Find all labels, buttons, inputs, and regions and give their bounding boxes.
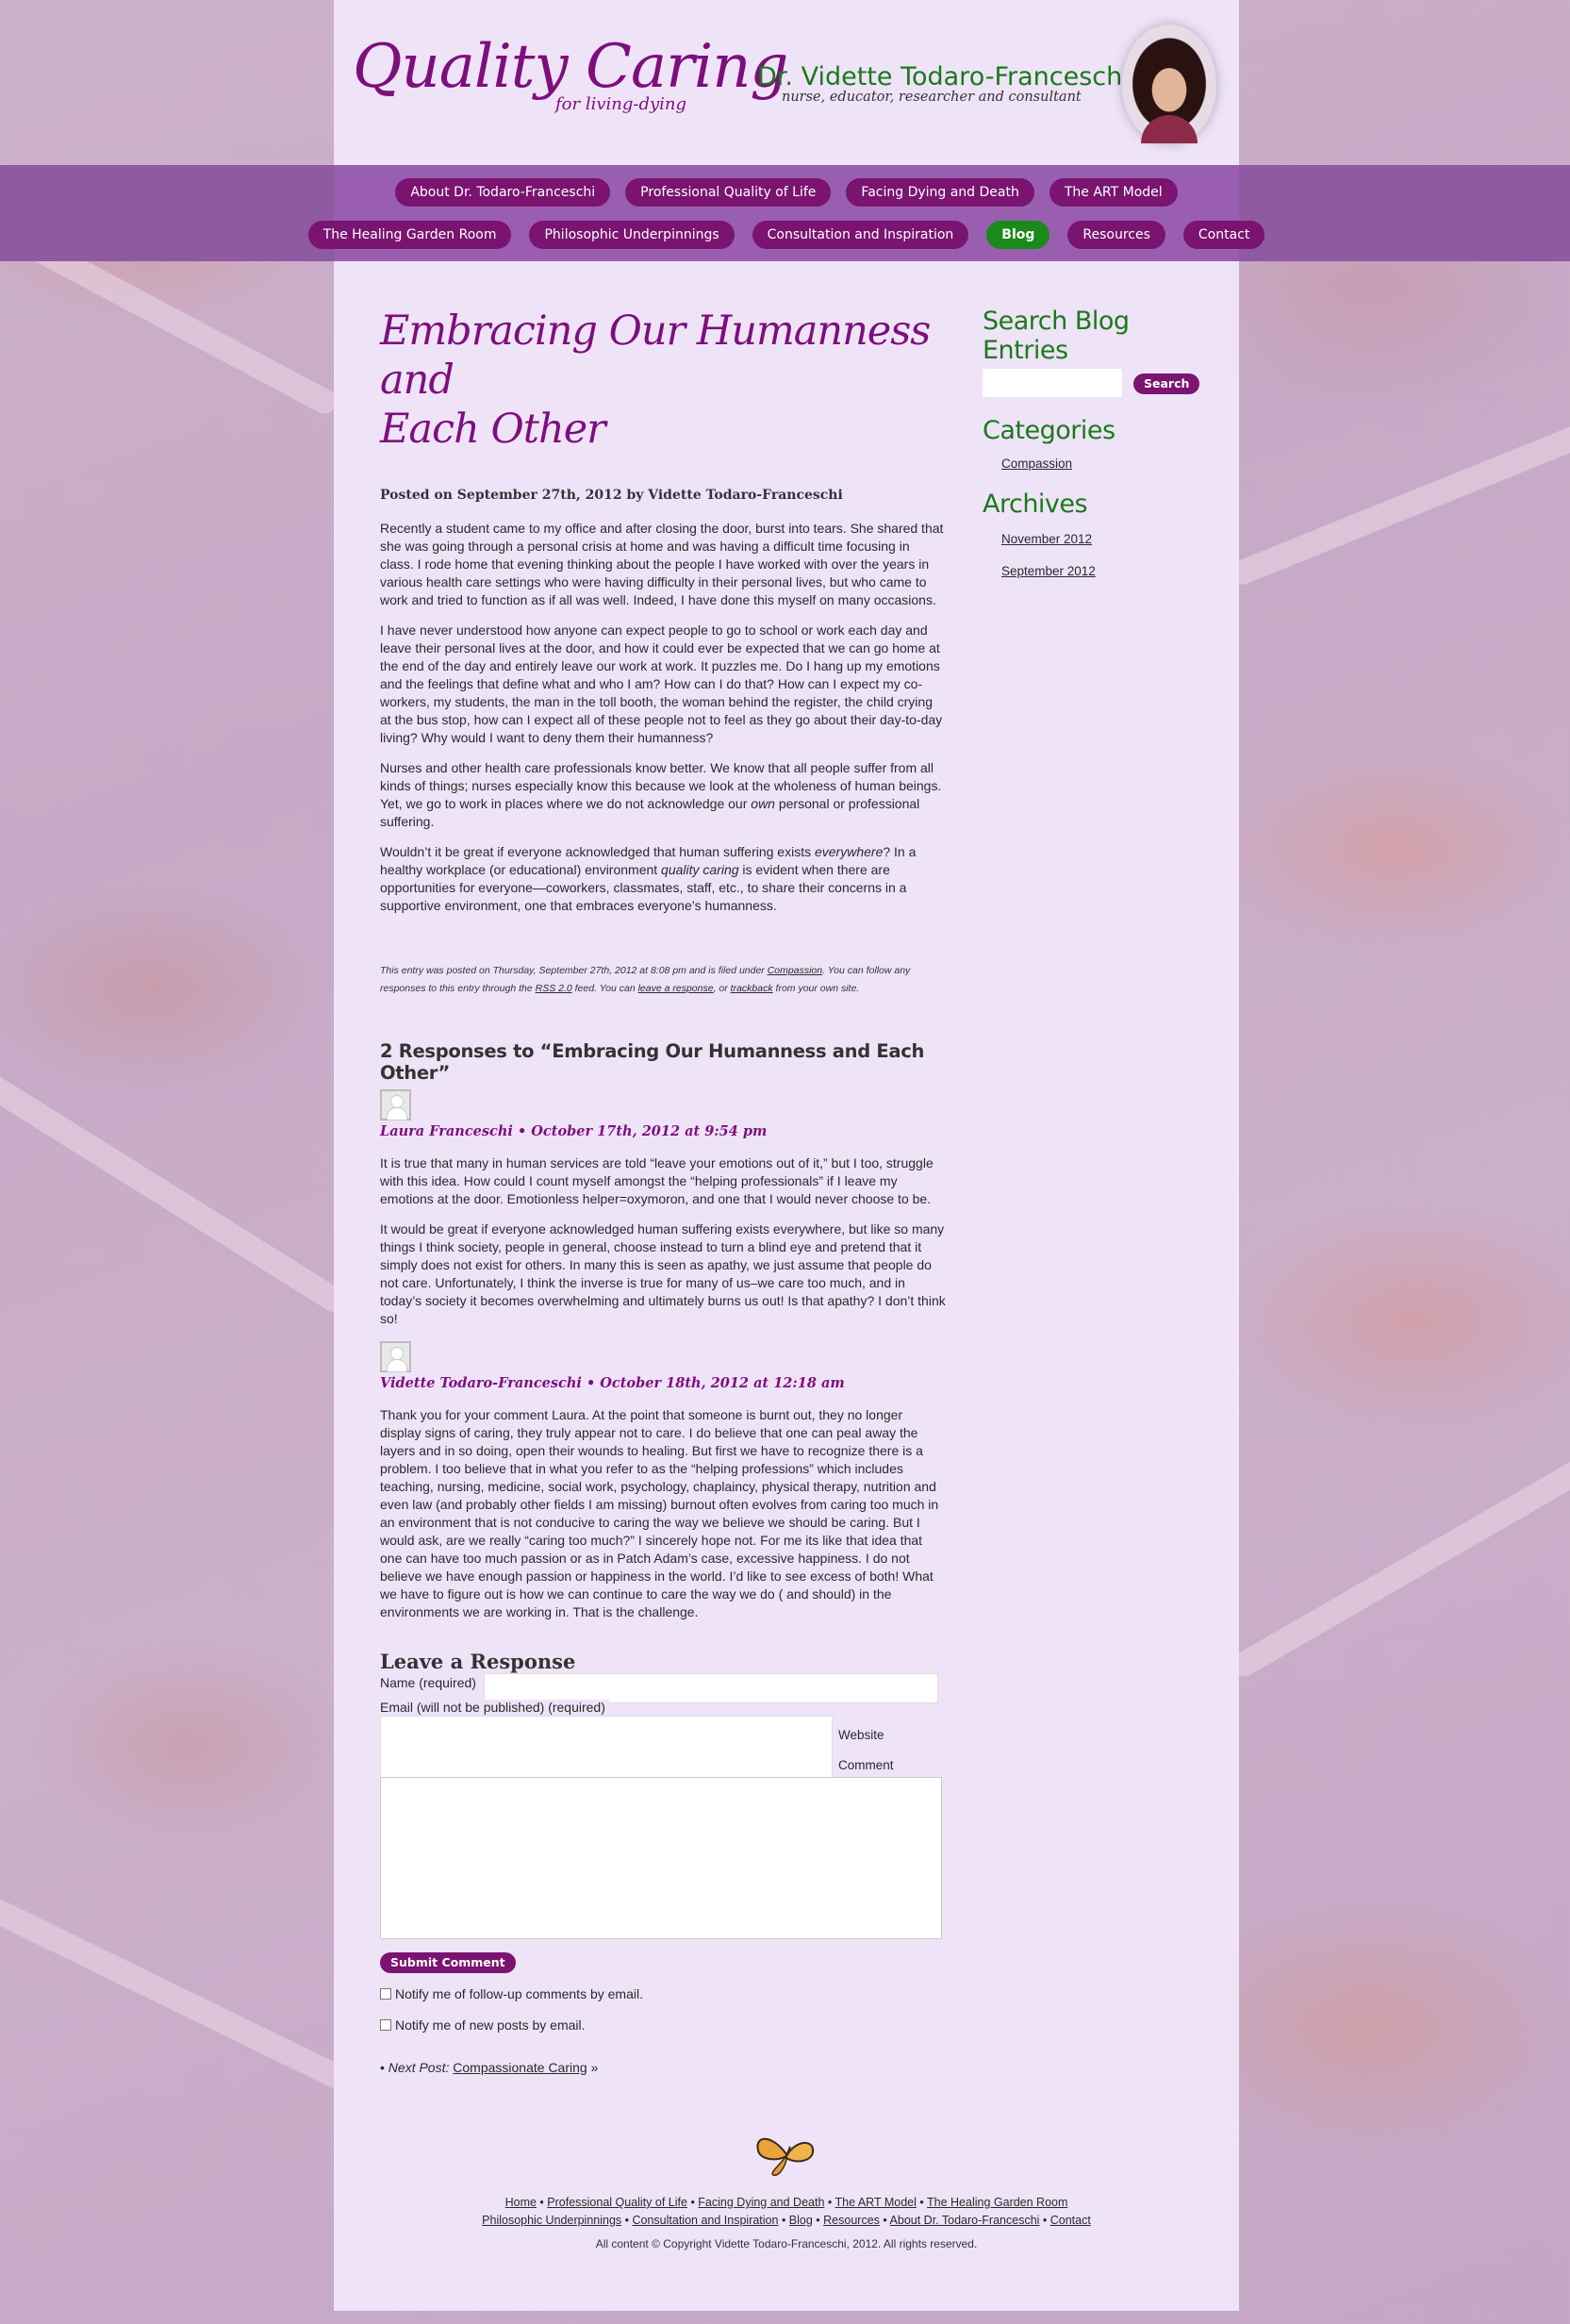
archive-link-november-2012[interactable]: November 2012 [1001, 532, 1209, 546]
search-heading: Search Blog Entries [983, 307, 1130, 365]
footer-links-row-1: Home • Professional Quality of Life • Fa… [504, 2196, 1068, 2209]
copyright-notice: All content © Copyright Vidette Todaro-F… [595, 2237, 978, 2250]
post-content: Embracing Our Humanness and Each Other P… [380, 307, 946, 2075]
comment-avatar-icon [380, 1341, 411, 1372]
next-post-link[interactable]: Compassionate Caring [453, 2060, 587, 2075]
next-post-label: Next Post: [388, 2060, 450, 2075]
notify-posts-checkbox[interactable] [380, 2019, 391, 2031]
footer-link-blog[interactable]: Blog [789, 2214, 813, 2227]
comment: Vidette Todaro-Franceschi • October 18th… [380, 1341, 946, 1621]
comment-paragraph: It would be great if everyone acknowledg… [380, 1221, 946, 1326]
nav-consultation-and-inspiration[interactable]: Consultation and Inspiration [752, 221, 969, 249]
comment-form: Name (required) Email (will not be publi… [380, 1673, 946, 2033]
site-footer: Home • Professional Quality of Life • Fa… [334, 2130, 1239, 2250]
post-paragraph: Nurses and other health care professiona… [380, 760, 942, 829]
comment-textarea[interactable] [380, 1777, 942, 1939]
post-title: Embracing Our Humanness and Each Other [380, 307, 946, 454]
notify-followup-label: Notify me of follow-up comments by email… [395, 1986, 643, 2001]
footer-link-art-model[interactable]: The ART Model [835, 2196, 917, 2209]
notify-followup-row[interactable]: Notify me of follow-up comments by email… [380, 1986, 643, 2001]
comment-body: Thank you for your comment Laura. At the… [380, 1406, 946, 1621]
post-paragraph: Wouldn’t it be great if everyone acknowl… [380, 844, 917, 913]
notify-followup-checkbox[interactable] [380, 1988, 391, 2000]
search-form: Search [983, 369, 1209, 397]
comment-author: Laura Franceschi • October 17th, 2012 at… [380, 1123, 768, 1139]
categories-heading: Categories [983, 416, 1116, 445]
author-portrait [1122, 25, 1216, 143]
post-meta: Posted on September 27th, 2012 by Vidett… [380, 488, 843, 503]
sidebar: Search Blog Entries Search Categories Co… [983, 307, 1209, 578]
website-label: Website [838, 1728, 884, 1742]
footer-link-consultation-and-inspiration[interactable]: Consultation and Inspiration [633, 2214, 779, 2227]
nav-art-model[interactable]: The ART Model [1049, 178, 1178, 207]
comment-avatar-icon [380, 1089, 411, 1120]
rss-link[interactable]: RSS 2.0 [536, 983, 572, 994]
notify-posts-label: Notify me of new posts by email. [395, 2017, 586, 2033]
post-title-line-2: Each Other [380, 406, 606, 453]
background-branch [1226, 417, 1570, 589]
nav-row-2: The Healing Garden Room Philosophic Unde… [307, 221, 1265, 249]
footer-link-resources[interactable]: Resources [823, 2214, 880, 2227]
author-role: nurse, educator, researcher and consulta… [782, 90, 1082, 105]
footer-link-about[interactable]: About Dr. Todaro-Franceschi [890, 2214, 1040, 2227]
comment-paragraph: It is true that many in human services a… [380, 1155, 934, 1206]
post-title-line-1: Embracing Our Humanness and [380, 307, 931, 404]
category-link-compassion[interactable]: Compassion [1001, 456, 1209, 471]
page-container: Quality Caring for living-dying Dr. Vide… [307, 0, 1265, 2311]
nav-contact[interactable]: Contact [1182, 221, 1265, 249]
post-footer-meta: This entry was posted on Thursday, Septe… [380, 965, 911, 994]
comment-label: Comment [838, 1758, 894, 1772]
nav-resources[interactable]: Resources [1067, 221, 1165, 249]
notify-posts-row[interactable]: Notify me of new posts by email. [380, 2017, 586, 2033]
nav-row-1: About Dr. Todaro-Franceschi Professional… [334, 178, 1239, 207]
site-tagline: for living-dying [555, 94, 687, 114]
nav-about[interactable]: About Dr. Todaro-Franceschi [395, 178, 611, 207]
responses-heading: 2 Responses to “Embracing Our Humanness … [380, 1040, 925, 1084]
leave-response-link[interactable]: leave a response [638, 983, 714, 994]
footer-link-home[interactable]: Home [505, 2196, 537, 2209]
archives-heading: Archives [983, 490, 1088, 519]
post-body: Recently a student came to my office and… [380, 520, 946, 915]
butterfly-logo [752, 2130, 820, 2177]
nav-professional-quality-of-life[interactable]: Professional Quality of Life [625, 178, 832, 207]
footer-link-philosophic-underpinnings[interactable]: Philosophic Underpinnings [482, 2214, 621, 2227]
background-branch [0, 1066, 351, 1317]
footer-link-healing-garden-room[interactable]: The Healing Garden Room [927, 2196, 1067, 2209]
submit-comment-button[interactable]: Submit Comment [380, 1952, 516, 1973]
footer-link-facing-dying-and-death[interactable]: Facing Dying and Death [698, 2196, 824, 2209]
nav-facing-dying-and-death[interactable]: Facing Dying and Death [846, 178, 1034, 207]
name-label: Name (required) [380, 1675, 476, 1690]
nav-philosophic-underpinnings[interactable]: Philosophic Underpinnings [529, 221, 735, 249]
email-label: Email (will not be published) (required) [380, 1700, 609, 1715]
comment-body: It is true that many in human services a… [380, 1154, 946, 1328]
trackback-link[interactable]: trackback [731, 983, 773, 994]
archive-link-september-2012[interactable]: September 2012 [1001, 564, 1209, 578]
main-nav: About Dr. Todaro-Franceschi Professional… [307, 165, 1265, 261]
submit-comment-label[interactable]: Submit Comment [380, 1952, 516, 1973]
site-title[interactable]: Quality Caring [353, 32, 788, 102]
footer-link-professional-quality-of-life[interactable]: Professional Quality of Life [547, 2196, 687, 2209]
category-link[interactable]: Compassion [768, 965, 822, 976]
author-name: Dr. Vidette Todaro-Franceschi [757, 62, 1130, 91]
post-paragraph: Recently a student came to my office and… [380, 521, 944, 607]
footer-link-contact[interactable]: Contact [1050, 2214, 1091, 2227]
comment-author: Vidette Todaro-Franceschi • October 18th… [380, 1375, 845, 1391]
nav-healing-garden-room[interactable]: The Healing Garden Room [307, 221, 512, 249]
background-branch [1228, 1456, 1570, 1681]
leave-response-heading: Leave a Response [380, 1650, 576, 1673]
comment: Laura Franceschi • October 17th, 2012 at… [380, 1089, 946, 1328]
comment-paragraph: Thank you for your comment Laura. At the… [380, 1407, 939, 1619]
search-button[interactable]: Search [1133, 374, 1200, 394]
search-input[interactable] [983, 369, 1122, 397]
footer-links-row-2: Philosophic Underpinnings • Consultation… [482, 2214, 1091, 2227]
next-post-nav: • Next Post: Compassionate Caring » [380, 2060, 599, 2075]
post-paragraph: I have never understood how anyone can e… [380, 622, 943, 745]
background-branch [0, 1893, 353, 2093]
nav-blog[interactable]: Blog [986, 221, 1050, 249]
